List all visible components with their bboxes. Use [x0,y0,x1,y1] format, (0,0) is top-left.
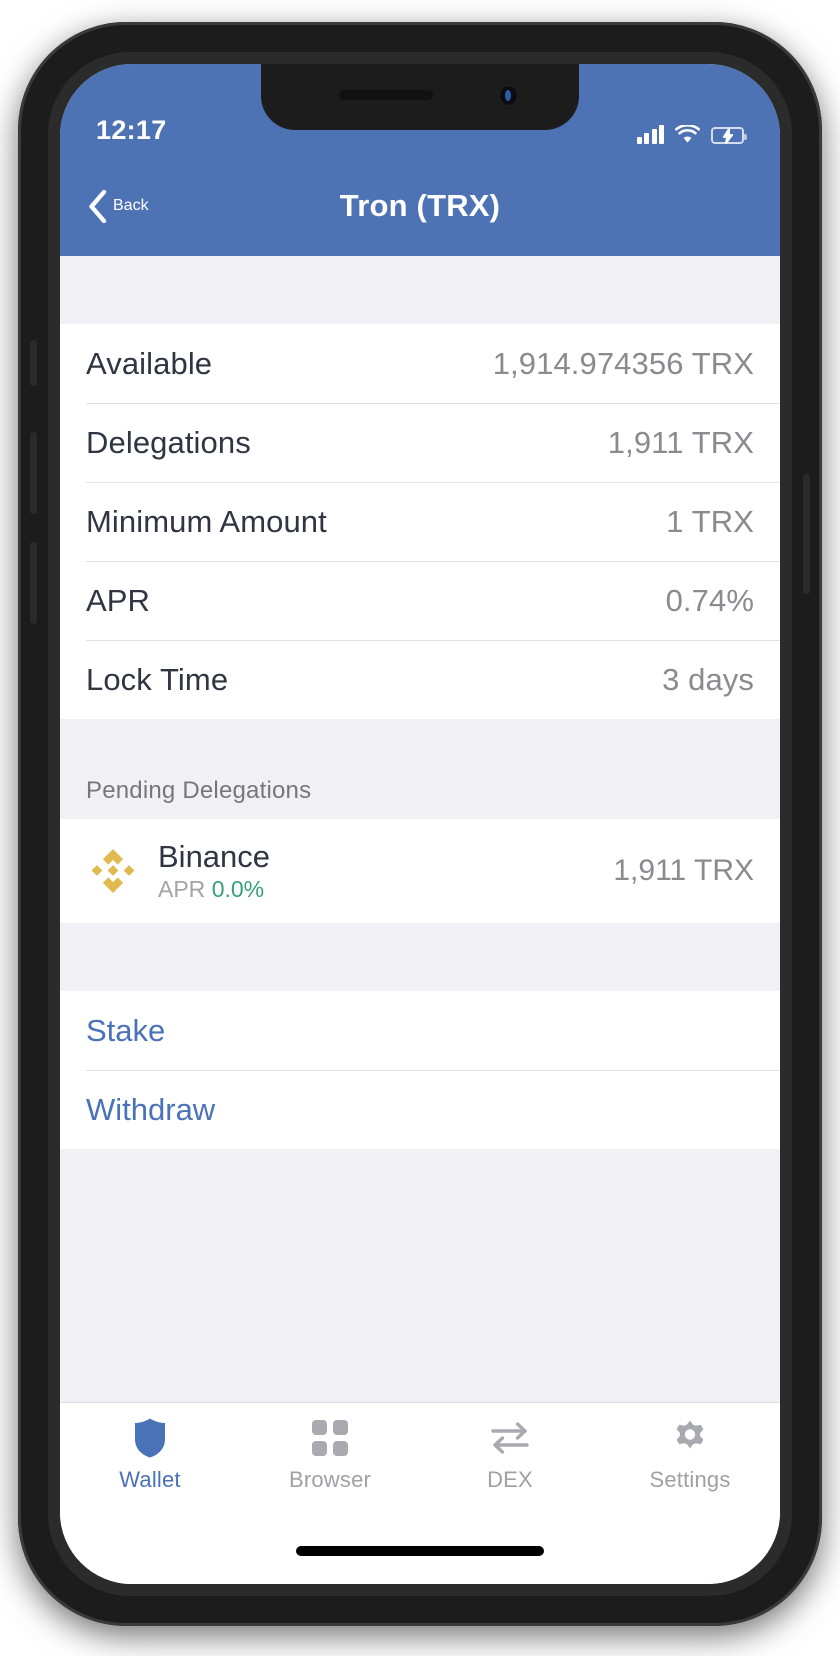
tab-label: Wallet [119,1467,181,1492]
tab-bar: Wallet Browser DEX Settings [60,1402,780,1518]
info-label: APR [86,582,151,618]
tab-label: Browser [288,1467,372,1492]
tab-settings[interactable]: Settings [600,1417,780,1493]
chevron-left-icon [89,189,107,223]
volume-up-button[interactable] [30,432,37,514]
content-area: Available 1,914.974356 TRX Delegations 1… [60,256,780,1584]
validator-apr: APR 0.0% [158,877,613,901]
validator-apr-label: APR [158,875,206,902]
tab-label: DEX [487,1467,533,1492]
table-row: APR 0.74% [60,561,780,640]
validator-amount: 1,911 TRX [613,854,754,887]
info-value: 0.74% [665,582,754,618]
table-row: Minimum Amount 1 TRX [60,482,780,561]
tab-browser[interactable]: Browser [240,1417,420,1493]
withdraw-label: Withdraw [86,1091,216,1127]
stake-label: Stake [86,1012,166,1048]
validator-text-block: Binance APR 0.0% [158,841,613,901]
power-button[interactable] [803,474,810,594]
status-indicators [636,125,747,148]
tab-wallet[interactable]: Wallet [60,1417,240,1493]
info-label: Available [86,345,213,381]
table-row: Lock Time 3 days [60,640,780,719]
info-value: 1,911 TRX [607,424,754,460]
withdraw-button[interactable]: Withdraw [60,1070,780,1149]
page-title: Tron (TRX) [339,188,501,223]
status-time: 12:17 [96,115,167,145]
silent-switch[interactable] [30,340,37,386]
top-spacer [60,256,780,324]
info-label: Lock Time [86,661,229,697]
grid-icon [311,1417,349,1459]
info-value: 1,914.974356 TRX [492,345,754,381]
actions-card: Stake Withdraw [60,991,780,1149]
table-row: Available 1,914.974356 TRX [60,324,780,403]
binance-logo-icon [91,849,135,893]
back-label: Back [113,197,149,214]
tab-label: Settings [649,1467,731,1492]
home-indicator-area [60,1518,780,1584]
earpiece-speaker [339,90,433,100]
front-camera-icon [500,86,517,105]
info-label: Minimum Amount [86,503,327,539]
battery-charging-icon [711,127,747,144]
table-row: Delegations 1,911 TRX [60,403,780,482]
tab-dex[interactable]: DEX [420,1417,600,1493]
shield-icon [132,1417,168,1459]
validator-name: Binance [158,839,271,875]
info-label: Delegations [86,424,251,460]
staking-info-card: Available 1,914.974356 TRX Delegations 1… [60,324,780,719]
mid-spacer [60,923,780,991]
pending-delegations-section-header: Pending Delegations [60,719,780,819]
section-header-label: Pending Delegations [86,777,312,804]
cellular-signal-icon [636,125,664,144]
swap-arrows-icon [489,1417,531,1459]
phone-screen: 12:17 Back Tron (TRX) Available 1,914.97… [60,64,780,1584]
empty-area [60,1149,780,1402]
info-value: 3 days [662,661,754,697]
wifi-icon [675,125,700,143]
back-button[interactable]: Back [88,189,149,223]
info-value: 1 TRX [666,503,754,539]
validator-apr-value: 0.0% [211,875,265,902]
gear-icon [670,1417,710,1459]
volume-down-button[interactable] [30,542,37,624]
notch [261,64,579,130]
home-indicator[interactable] [296,1546,544,1556]
list-item[interactable]: Binance APR 0.0% 1,911 TRX [60,819,780,923]
phone-frame: 12:17 Back Tron (TRX) Available 1,914.97… [18,22,822,1626]
stake-button[interactable]: Stake [60,991,780,1070]
navigation-bar: Back Tron (TRX) [60,156,780,256]
